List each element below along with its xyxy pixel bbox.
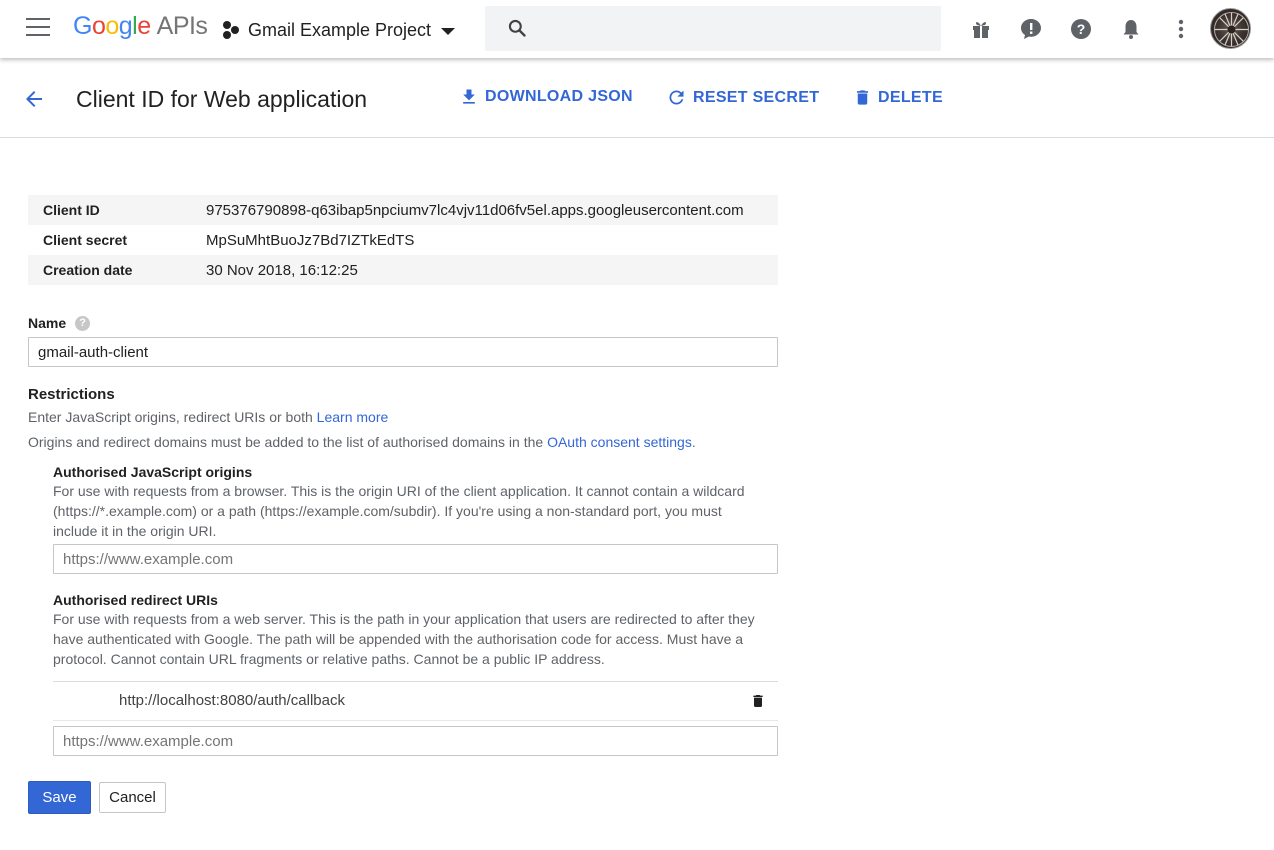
creation-date-value: 30 Nov 2018, 16:12:25 — [206, 261, 358, 279]
origins-note: Origins and redirect domains must be add… — [28, 432, 696, 452]
reset-secret-label: RESET SECRET — [693, 88, 820, 106]
logo-letter: g — [118, 12, 133, 40]
refresh-icon — [669, 90, 684, 105]
client-secret-row: Client secret MpSuMhtBuoJz7Bd7IZTkEdTS — [28, 225, 778, 255]
client-secret-label: Client secret — [43, 232, 128, 248]
redirect-desc-line: have authenticated with Google. The path… — [53, 631, 744, 647]
arrow-back-icon[interactable] — [22, 87, 46, 111]
delete-button[interactable]: DELETE — [853, 87, 943, 108]
redirect-desc-line: protocol. Cannot contain URL fragments o… — [53, 651, 605, 667]
js-origins-desc-line: (https://*.example.com) or a path (https… — [53, 503, 722, 519]
trash-icon — [856, 90, 869, 105]
project-selector[interactable]: Gmail Example Project — [222, 16, 456, 44]
search-input[interactable] — [485, 6, 941, 51]
search-icon — [508, 19, 526, 37]
save-button[interactable]: Save — [28, 781, 91, 814]
top-app-bar: Google APIs Gmail Example Project ? — [0, 0, 1274, 58]
origins-note-suffix: . — [691, 434, 696, 450]
help-circle-icon[interactable]: ? — [75, 315, 91, 331]
trash-icon[interactable] — [750, 692, 766, 710]
reset-secret-button[interactable]: RESET SECRET — [666, 87, 819, 108]
cancel-button[interactable]: Cancel — [99, 782, 166, 813]
feedback-icon[interactable] — [1019, 17, 1043, 41]
logo-letter: o — [91, 12, 106, 40]
download-icon — [463, 89, 475, 104]
page-title: Client ID for Web application — [76, 86, 368, 112]
creation-date-label: Creation date — [43, 262, 133, 278]
chevron-down-icon — [441, 28, 456, 35]
delete-label: DELETE — [878, 88, 943, 106]
origins-note-text: Origins and redirect domains must be add… — [28, 434, 548, 450]
restrictions-description: Enter JavaScript origins, redirect URIs … — [28, 407, 388, 427]
client-id-value: 975376790898-q63ibap5npciumv7lc4vjv11d06… — [206, 201, 744, 219]
logo-letter: e — [137, 12, 151, 40]
download-json-label: DOWNLOAD JSON — [485, 88, 633, 105]
more-vert-icon[interactable] — [1169, 17, 1193, 41]
restrictions-title: Restrictions — [28, 386, 115, 403]
js-origin-input[interactable] — [53, 544, 778, 574]
logo-letter: G — [73, 12, 92, 40]
js-origins-description: For use with requests from a browser. Th… — [53, 481, 745, 541]
logo-letter: o — [105, 12, 119, 40]
js-origins-desc-line: include it in the origin URI. — [53, 523, 217, 539]
name-field[interactable] — [28, 337, 778, 367]
bell-icon[interactable] — [1119, 17, 1143, 41]
project-dots-icon — [223, 21, 239, 39]
redirect-uri-input[interactable] — [53, 726, 778, 756]
restrictions-desc-text: Enter JavaScript origins, redirect URIs … — [28, 409, 317, 425]
creation-date-row: Creation date 30 Nov 2018, 16:12:25 — [28, 255, 778, 285]
name-field-label: Name ? — [28, 315, 91, 331]
redirect-uri-list-item: http://localhost:8080/auth/callback — [53, 681, 778, 721]
redirect-uri-value[interactable]: http://localhost:8080/auth/callback — [119, 692, 345, 709]
client-secret-value: MpSuMhtBuoJz7Bd7IZTkEdTS — [206, 231, 415, 249]
oauth-consent-link[interactable]: OAuth consent settings — [547, 434, 692, 450]
page-header: Client ID for Web application DOWNLOAD J… — [0, 58, 1274, 138]
project-name: Gmail Example Project — [248, 19, 432, 40]
learn-more-link[interactable]: Learn more — [317, 409, 389, 425]
client-id-row: Client ID 975376790898-q63ibap5npciumv7l… — [28, 195, 778, 225]
avatar-image — [1214, 12, 1249, 47]
redirect-desc-line: For use with requests from a web server.… — [53, 611, 755, 627]
google-apis-logo[interactable]: Google APIs — [73, 12, 208, 41]
js-origins-desc-line: For use with requests from a browser. Th… — [53, 483, 745, 499]
avatar[interactable] — [1210, 8, 1251, 49]
client-id-label: Client ID — [43, 202, 100, 218]
redirect-uris-title: Authorised redirect URIs — [53, 592, 218, 608]
svg-text:?: ? — [1077, 21, 1086, 37]
logo-suffix: APIs — [156, 12, 208, 40]
help-icon[interactable]: ? — [1069, 17, 1093, 41]
download-json-button[interactable]: DOWNLOAD JSON — [459, 87, 633, 107]
client-info-table: Client ID 975376790898-q63ibap5npciumv7l… — [28, 195, 778, 285]
gift-icon[interactable] — [969, 17, 993, 41]
name-label-text: Name — [28, 315, 67, 331]
js-origins-title: Authorised JavaScript origins — [53, 464, 253, 480]
hamburger-menu-icon[interactable] — [26, 18, 50, 38]
redirect-uris-description: For use with requests from a web server.… — [53, 609, 755, 669]
